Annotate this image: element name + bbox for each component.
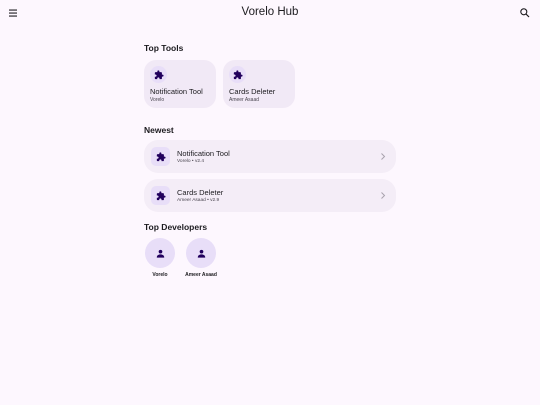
avatar bbox=[186, 238, 216, 268]
newest-list-item[interactable]: Cards Deleter Ameer Asaad • v2.9 bbox=[144, 179, 396, 212]
tool-meta: Vorelo • v2.4 bbox=[177, 158, 205, 164]
puzzle-icon bbox=[156, 151, 166, 161]
person-icon bbox=[197, 249, 205, 258]
tool-name: Notification Tool bbox=[177, 149, 230, 158]
section-title-newest: Newest bbox=[144, 125, 174, 135]
developer-item[interactable]: Vorelo bbox=[144, 238, 176, 278]
person-icon bbox=[156, 249, 164, 258]
developer-item[interactable]: Ameer Asaad bbox=[185, 238, 217, 278]
app-title: Vorelo Hub bbox=[241, 6, 299, 18]
tool-meta: Ameer Asaad • v2.9 bbox=[177, 197, 220, 203]
chevron-right-icon bbox=[381, 192, 386, 199]
top-tool-card[interactable]: Cards Deleter Ameer Asaad bbox=[223, 60, 295, 108]
puzzle-icon bbox=[156, 190, 166, 200]
developer-name: Ameer Asaad bbox=[185, 272, 217, 278]
tool-icon-container bbox=[151, 147, 170, 166]
puzzle-icon bbox=[154, 69, 164, 79]
tool-name: Cards Deleter bbox=[229, 87, 276, 96]
search-button[interactable] bbox=[519, 7, 531, 19]
tool-icon-container bbox=[151, 186, 170, 205]
chevron-right-icon bbox=[381, 153, 386, 160]
top-tool-card[interactable]: Notification Tool Vorelo bbox=[144, 60, 216, 108]
tool-developer: Vorelo bbox=[150, 97, 165, 103]
puzzle-icon bbox=[233, 69, 243, 79]
app-bar: Vorelo Hub bbox=[0, 0, 540, 28]
section-title-top-tools: Top Tools bbox=[144, 43, 184, 53]
newest-list-item[interactable]: Notification Tool Vorelo • v2.4 bbox=[144, 140, 396, 173]
tool-name: Cards Deleter bbox=[177, 188, 224, 197]
tool-icon-container bbox=[229, 66, 246, 83]
search-icon bbox=[520, 8, 530, 18]
tool-icon-container bbox=[150, 66, 167, 83]
section-title-top-developers: Top Developers bbox=[144, 222, 208, 232]
avatar bbox=[145, 238, 175, 268]
tool-name: Notification Tool bbox=[150, 87, 203, 96]
tool-developer: Ameer Asaad bbox=[229, 97, 260, 103]
